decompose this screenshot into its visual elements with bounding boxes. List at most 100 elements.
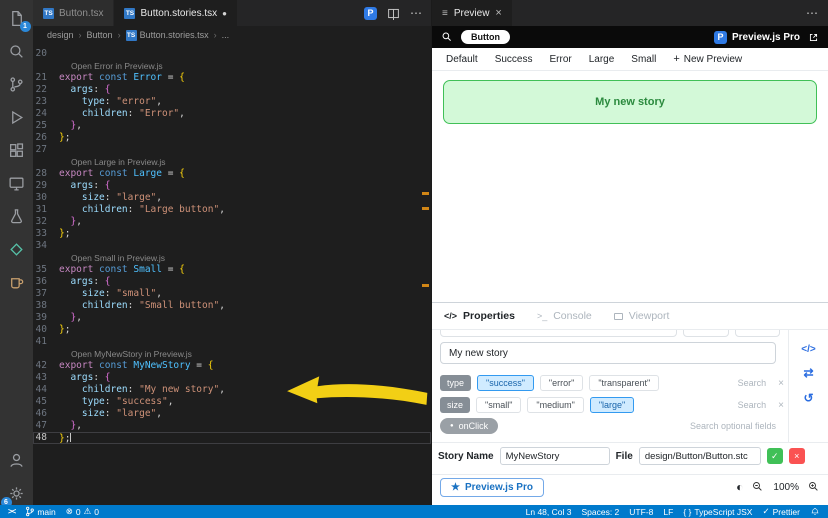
formatter-item[interactable]: ✓ Prettier xyxy=(762,506,800,517)
eol-sequence[interactable]: LF xyxy=(663,507,673,517)
tab-button-stories-tsx[interactable]: TS Button.stories.tsx ● xyxy=(114,0,239,26)
code-line-29[interactable]: 29 args: { xyxy=(33,180,431,192)
remove-prop-icon[interactable]: × xyxy=(778,400,784,411)
tab-viewport[interactable]: Viewport xyxy=(613,310,669,322)
codelens-open-in-previewjs[interactable]: Open Large in Preview.js xyxy=(33,156,431,168)
variant-tab-error[interactable]: Error xyxy=(549,54,571,65)
variant-tab-large[interactable]: Large xyxy=(589,54,615,65)
previewjs-pro-button[interactable]: ★ Preview.js Pro xyxy=(440,477,544,497)
code-line-42[interactable]: 42 export const MyNewStory = { xyxy=(33,360,431,372)
code-line-31[interactable]: 31 children: "Large button", xyxy=(33,204,431,216)
breadcrumb-symbol[interactable]: ... xyxy=(222,30,230,40)
code-line-36[interactable]: 36 args: { xyxy=(33,276,431,288)
prop-search-input[interactable]: Search xyxy=(738,400,767,410)
code-line-45[interactable]: 45 type: "success", xyxy=(33,396,431,408)
notifications-bell[interactable] xyxy=(810,507,820,517)
git-branch-item[interactable]: main xyxy=(25,506,56,517)
code-line-47[interactable]: 47 }, xyxy=(33,420,431,432)
cancel-save-button[interactable]: × xyxy=(788,448,805,464)
code-line-44[interactable]: 44 children: "My new story", xyxy=(33,384,431,396)
component-search-bar[interactable]: Button P Preview.js Pro xyxy=(432,26,828,48)
code-line-25[interactable]: 25 }, xyxy=(33,120,431,132)
language-mode[interactable]: { } TypeScript JSX xyxy=(683,507,752,517)
breadcrumb-design[interactable]: design xyxy=(47,30,74,40)
reset-icon[interactable]: ↺ xyxy=(803,391,813,405)
confirm-save-button[interactable]: ✓ xyxy=(766,448,783,464)
testing-beaker-icon[interactable] xyxy=(5,204,29,228)
edit-code-icon[interactable]: </> xyxy=(801,344,815,355)
code-line-30[interactable]: 30 size: "large", xyxy=(33,192,431,204)
prop-option-pill[interactable]: "large" xyxy=(589,397,635,413)
tab-console[interactable]: >_ Console xyxy=(537,310,592,322)
variant-tab-small[interactable]: Small xyxy=(631,54,656,65)
prop-option-pill[interactable]: "error" xyxy=(539,375,584,391)
code-line-41[interactable]: 41 xyxy=(33,336,431,348)
onclick-chip[interactable]: ● onClick xyxy=(440,418,499,434)
search-icon[interactable] xyxy=(5,39,29,63)
code-line-23[interactable]: 23 type: "error", xyxy=(33,96,431,108)
code-line-21[interactable]: 21 export const Error = { xyxy=(33,72,431,84)
codelens-open-in-previewjs[interactable]: Open MyNewStory in Preview.js xyxy=(33,348,431,360)
code-line-48[interactable]: 48}; xyxy=(33,432,431,444)
breadcrumb-button[interactable]: Button xyxy=(87,30,113,40)
remove-prop-icon[interactable]: × xyxy=(778,378,784,389)
indentation[interactable]: Spaces: 2 xyxy=(581,507,619,517)
swap-icon[interactable]: ⇄ xyxy=(803,366,813,380)
run-debug-icon[interactable] xyxy=(5,105,29,129)
close-icon[interactable]: × xyxy=(495,7,501,19)
code-line-37[interactable]: 37 size: "small", xyxy=(33,288,431,300)
accounts-icon[interactable] xyxy=(5,448,29,472)
variant-tab-default[interactable]: Default xyxy=(446,54,478,65)
codelens-open-in-previewjs[interactable]: Open Error in Preview.js xyxy=(33,60,431,72)
code-line-20[interactable]: 20 xyxy=(33,48,431,60)
tab-preview[interactable]: ≡ Preview × xyxy=(432,0,512,26)
code-line-38[interactable]: 38 children: "Small button", xyxy=(33,300,431,312)
split-editor-icon[interactable] xyxy=(387,7,400,20)
extensions-icon[interactable] xyxy=(5,138,29,162)
more-actions-icon[interactable]: ⋯ xyxy=(410,6,422,20)
code-line-26[interactable]: 26}; xyxy=(33,132,431,144)
prop-option-pill[interactable]: "transparent" xyxy=(589,375,660,391)
code-line-22[interactable]: 22 args: { xyxy=(33,84,431,96)
previewjs-open-icon[interactable]: P xyxy=(364,6,377,20)
prop-option-pill[interactable]: "success" xyxy=(477,375,534,391)
rendered-story-button[interactable]: My new story xyxy=(443,80,817,124)
explorer-icon[interactable]: 1 xyxy=(5,6,31,32)
code-line-24[interactable]: 24 children: "Error", xyxy=(33,108,431,120)
code-line-28[interactable]: 28 export const Large = { xyxy=(33,168,431,180)
breadcrumb-file[interactable]: TS Button.stories.tsx xyxy=(125,29,209,41)
component-filter-chip[interactable]: Button xyxy=(461,30,510,44)
prop-search-input[interactable]: Search xyxy=(738,378,767,388)
story-name-input[interactable] xyxy=(499,447,610,465)
code-line-46[interactable]: 46 size: "large", xyxy=(33,408,431,420)
codelens-open-in-previewjs[interactable]: Open Small in Preview.js xyxy=(33,252,431,264)
contrast-toggle-icon[interactable]: ◐ xyxy=(736,480,743,494)
code-editor[interactable]: 20 Open Error in Preview.js 21 export const… xyxy=(33,44,431,505)
tab-properties[interactable]: </> Properties xyxy=(444,310,515,322)
encoding[interactable]: UTF-8 xyxy=(629,507,653,517)
code-line-34[interactable]: 34 xyxy=(33,240,431,252)
code-line-32[interactable]: 32 }, xyxy=(33,216,431,228)
source-control-icon[interactable] xyxy=(5,72,29,96)
remote-explorer-icon[interactable] xyxy=(5,171,29,195)
extension-cup-icon[interactable] xyxy=(5,270,29,294)
settings-gear-icon[interactable]: 6 xyxy=(0,481,29,508)
prop-option-pill[interactable]: "small" xyxy=(476,397,522,413)
children-text-input[interactable] xyxy=(440,342,776,364)
zoom-out-icon[interactable] xyxy=(752,481,764,493)
variant-tab-success[interactable]: Success xyxy=(495,54,533,65)
code-line-43[interactable]: 43 args: { xyxy=(33,372,431,384)
problems-item[interactable]: ⊗ 0 ⚠ 0 xyxy=(66,506,99,517)
remote-indicator[interactable]: >< xyxy=(8,507,16,516)
code-line-33[interactable]: 33}; xyxy=(33,228,431,240)
external-link-icon[interactable] xyxy=(808,32,819,43)
new-preview-button[interactable]: + New Preview xyxy=(673,53,742,65)
code-line-35[interactable]: 35 export const Small = { xyxy=(33,264,431,276)
story-file-input[interactable] xyxy=(638,447,761,465)
panel-more-actions-icon[interactable]: ⋯ xyxy=(806,6,818,20)
previewjs-pro-brand[interactable]: P Preview.js Pro xyxy=(714,30,800,44)
code-line-27[interactable]: 27 xyxy=(33,144,431,156)
cursor-position[interactable]: Ln 48, Col 3 xyxy=(526,507,572,517)
previewjs-extension-icon[interactable] xyxy=(5,237,29,261)
prop-option-pill[interactable]: "medium" xyxy=(527,397,584,413)
